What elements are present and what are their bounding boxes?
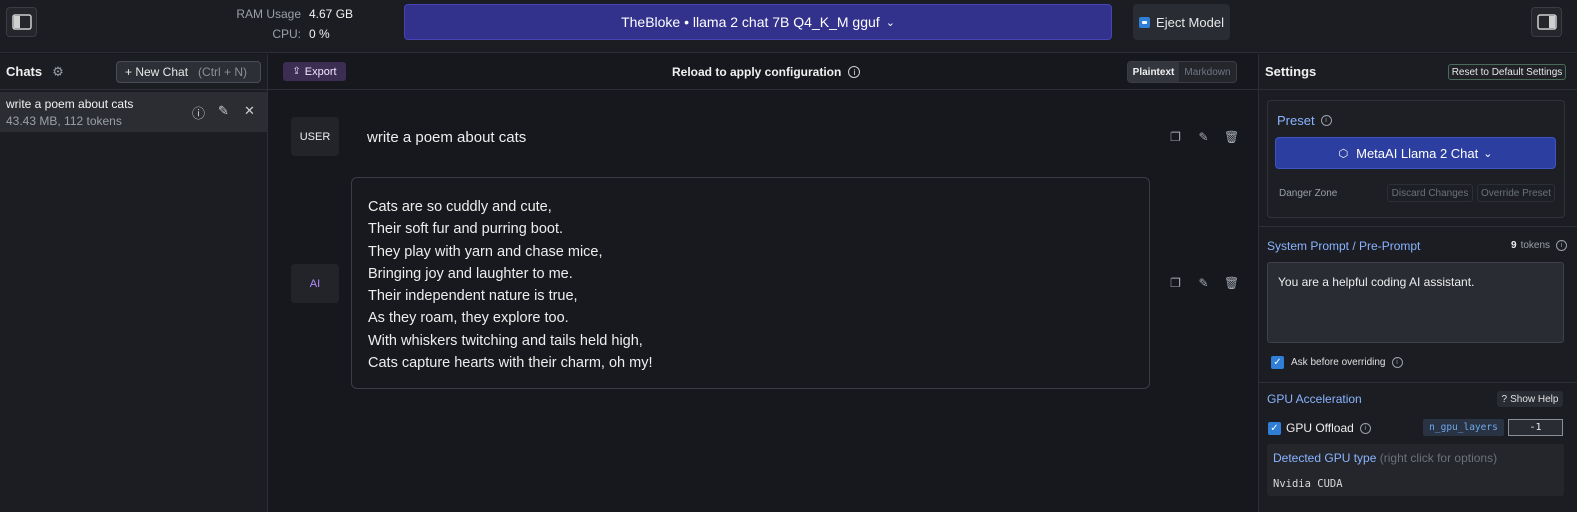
ai-message-line: With whiskers twitching and tails held h… [368,332,643,349]
chevron-down-icon: ⌄ [885,16,895,29]
info-icon[interactable]: ⓘ [192,103,205,122]
toggle-left-sidebar-button[interactable] [6,7,37,37]
upload-icon: ⇪ [292,66,301,77]
tab-plaintext[interactable]: Plaintext [1128,62,1179,82]
user-message-text: write a poem about cats [367,129,527,146]
ai-message-box[interactable]: Cats are so cuddly and cute, Their soft … [351,177,1150,389]
tab-markdown[interactable]: Markdown [1179,62,1236,82]
checkbox-checked-icon: ✓ [1271,356,1284,369]
toggle-right-sidebar-button[interactable] [1531,7,1562,37]
show-help-label: Show Help [1510,393,1559,405]
close-icon[interactable]: ✕ [244,103,255,119]
cube-icon: ⬡ [1338,147,1349,160]
system-prompt-textarea[interactable]: You are a helpful coding AI assistant. [1267,262,1564,343]
chat-list-item[interactable]: write a poem about cats 43.43 MB, 112 to… [0,92,267,132]
settings-title: Settings [1265,64,1317,79]
ai-message-line: Their soft fur and purring boot. [368,221,564,238]
ai-message-line: Their independent nature is true, [368,288,578,305]
new-chat-button[interactable]: + New Chat (Ctrl + N) [116,61,261,83]
gpu-offload-checkbox[interactable]: ✓ GPU Offload i [1268,421,1371,435]
model-name: TheBloke • llama 2 chat 7B Q4_K_M gguf [621,14,880,30]
info-icon[interactable]: i [1320,115,1332,126]
reload-text: Reload to apply configuration [672,65,842,79]
token-count-unit: tokens [1520,240,1551,251]
settings-sidebar: Settings Reset to Default Settings Prese… [1258,54,1577,512]
chevron-down-icon: ⌄ [1483,147,1493,160]
system-prompt-token-count: 9 tokens i [1511,240,1568,251]
ram-value: 4.67 GB [309,7,354,21]
gpu-acceleration-label: GPU Acceleration [1267,392,1362,406]
user-role-badge: USER [291,117,339,156]
detected-gpu-label: Detected GPU type [1273,451,1377,465]
ai-message-line: Bringing joy and laughter to me. [368,265,573,282]
reload-banner: Reload to apply configuration i [672,65,861,79]
user-message-actions: ❐ ✎ 🗑 [1168,130,1239,144]
info-icon[interactable]: i [1359,422,1371,434]
new-chat-shortcut: (Ctrl + N) [198,65,248,79]
info-icon[interactable]: i [1556,240,1568,251]
ai-role-badge: AI [291,264,339,303]
view-mode-toggle: Plaintext Markdown [1127,61,1237,83]
detected-gpu-title: Detected GPU type (right click for optio… [1273,451,1497,465]
ai-message-actions: ❐ ✎ 🗑 [1168,276,1239,290]
gpu-offload-label: GPU Offload [1286,421,1354,435]
edit-icon[interactable]: ✎ [218,103,229,119]
ask-before-overriding-label: Ask before overriding [1291,357,1386,368]
divider [1259,382,1577,383]
preset-label-text: Preset [1277,113,1315,128]
sidebar-right-icon [1536,14,1557,30]
detected-gpu-box[interactable]: Detected GPU type (right click for optio… [1267,444,1564,496]
danger-zone-label: Danger Zone [1279,188,1338,199]
divider [1259,226,1577,227]
detected-gpu-value: Nvidia CUDA [1273,478,1343,490]
preset-label: Preset i [1277,113,1332,128]
gear-icon[interactable]: ⚙ [52,64,64,80]
reset-defaults-button[interactable]: Reset to Default Settings [1448,64,1566,80]
preset-value: MetaAI Llama 2 Chat [1356,145,1479,161]
chat-panel: ⇪ Export Reload to apply configuration i… [268,54,1258,512]
ram-label: RAM Usage [236,7,301,21]
show-help-button[interactable]: ? Show Help [1497,391,1563,407]
preset-selector[interactable]: ⬡ MetaAI Llama 2 Chat ⌄ [1275,137,1556,169]
cpu-label: CPU: [272,27,301,41]
eject-label: Eject Model [1156,14,1224,30]
help-icon: ? [1501,393,1508,405]
edit-icon[interactable]: ✎ [1196,130,1211,144]
model-selector[interactable]: TheBloke • llama 2 chat 7B Q4_K_M gguf ⌄ [404,4,1112,40]
copy-icon[interactable]: ❐ [1168,276,1183,290]
chats-title: Chats [6,64,43,79]
eject-icon [1139,16,1151,28]
token-count-value: 9 [1511,240,1517,251]
eject-model-button[interactable]: Eject Model [1133,4,1230,40]
ai-message-line: Cats are so cuddly and cute, [368,199,552,215]
resource-stats: RAM Usage 4.67 GB CPU: 0 % [228,4,358,44]
checkbox-checked-icon: ✓ [1268,421,1281,435]
ai-message-line: As they roam, they explore too. [368,310,569,327]
top-bar: RAM Usage 4.67 GB CPU: 0 % TheBloke • ll… [0,0,1577,53]
cpu-value: 0 % [309,27,330,41]
detected-gpu-hint: (right click for options) [1379,451,1498,465]
system-prompt-label: System Prompt / Pre-Prompt [1267,239,1421,253]
trash-icon[interactable]: 🗑 [1224,130,1239,144]
ai-message-line: Cats capture hearts with their charm, oh… [368,355,653,372]
n-gpu-layers-input[interactable]: -1 [1508,419,1563,436]
info-icon[interactable]: i [848,66,861,78]
preset-section: Preset i ⬡ MetaAI Llama 2 Chat ⌄ Danger … [1267,100,1565,218]
export-label: Export [304,65,337,78]
info-icon[interactable]: i [1391,357,1403,368]
discard-changes-button[interactable]: Discard Changes [1387,184,1473,202]
chats-sidebar: Chats ⚙ + New Chat (Ctrl + N) write a po… [0,54,268,512]
copy-icon[interactable]: ❐ [1168,130,1183,144]
new-chat-label: + New Chat [125,65,189,79]
chat-header: ⇪ Export Reload to apply configuration i… [268,54,1258,90]
ai-message-line: They play with yarn and chase mice, [368,243,603,260]
ask-before-overriding-checkbox[interactable]: ✓ Ask before overriding i [1271,356,1403,369]
export-button[interactable]: ⇪ Export [283,62,346,81]
override-preset-button[interactable]: Override Preset [1477,184,1555,202]
n-gpu-layers-label: n_gpu_layers [1423,419,1504,436]
sidebar-icon [11,14,32,30]
edit-icon[interactable]: ✎ [1196,276,1211,290]
trash-icon[interactable]: 🗑 [1224,276,1239,290]
